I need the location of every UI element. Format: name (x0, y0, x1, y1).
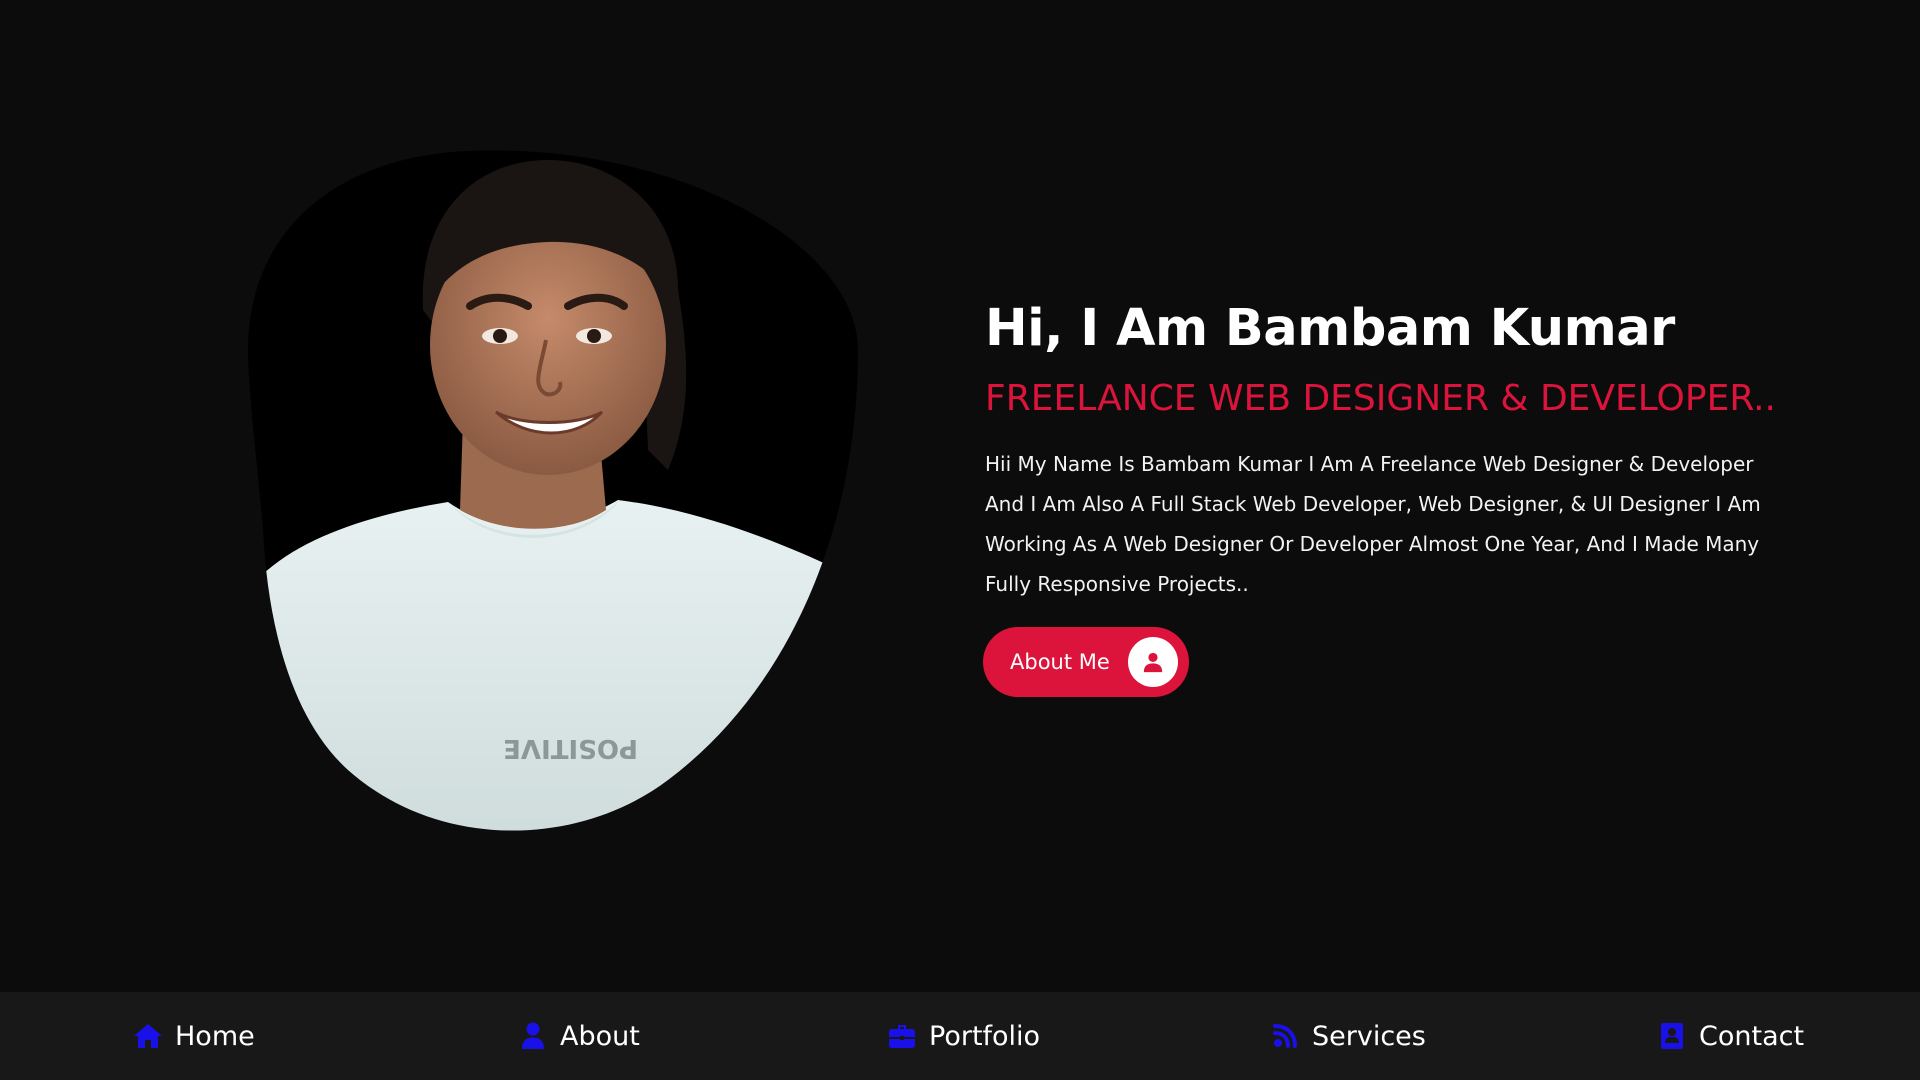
user-icon (1127, 637, 1178, 687)
nav-item-about[interactable]: About (518, 992, 640, 1080)
hero-subtitle: FREELANCE WEB DESIGNER & DEVELOPER.. (985, 378, 1776, 419)
profile-photo: POSITIVE (248, 150, 860, 844)
hero-title: Hi, I Am Bambam Kumar (985, 299, 1675, 358)
hero-content: Hi, I Am Bambam Kumar FREELANCE WEB DESI… (985, 296, 1776, 695)
services-icon (1270, 1021, 1300, 1051)
briefcase-icon (887, 1021, 917, 1051)
user-icon (518, 1021, 548, 1051)
nav-item-label: Portfolio (929, 1020, 1041, 1052)
nav-item-label: Services (1312, 1020, 1426, 1052)
nav-item-services[interactable]: Services (1270, 992, 1426, 1080)
nav-item-home[interactable]: Home (133, 992, 255, 1080)
nav-item-label: Home (175, 1020, 255, 1052)
about-me-button[interactable]: About Me (985, 629, 1187, 695)
page: POSITIVE Hi, I Am Bambam Kumar FREELANCE… (0, 0, 1920, 1080)
nav-item-contact[interactable]: Contact (1657, 992, 1804, 1080)
about-me-button-label: About Me (1010, 650, 1110, 674)
nav-item-portfolio[interactable]: Portfolio (887, 992, 1040, 1080)
hero-description: Hii My Name Is Bambam Kumar I Am A Freel… (985, 452, 1761, 596)
home-icon (133, 1021, 163, 1051)
contact-book-icon (1657, 1021, 1687, 1051)
bottom-nav: Home About Portfolio Services Contact (0, 992, 1920, 1080)
nav-item-label: About (560, 1020, 640, 1052)
svg-text:POSITIVE: POSITIVE (503, 733, 638, 763)
nav-item-label: Contact (1699, 1020, 1805, 1052)
